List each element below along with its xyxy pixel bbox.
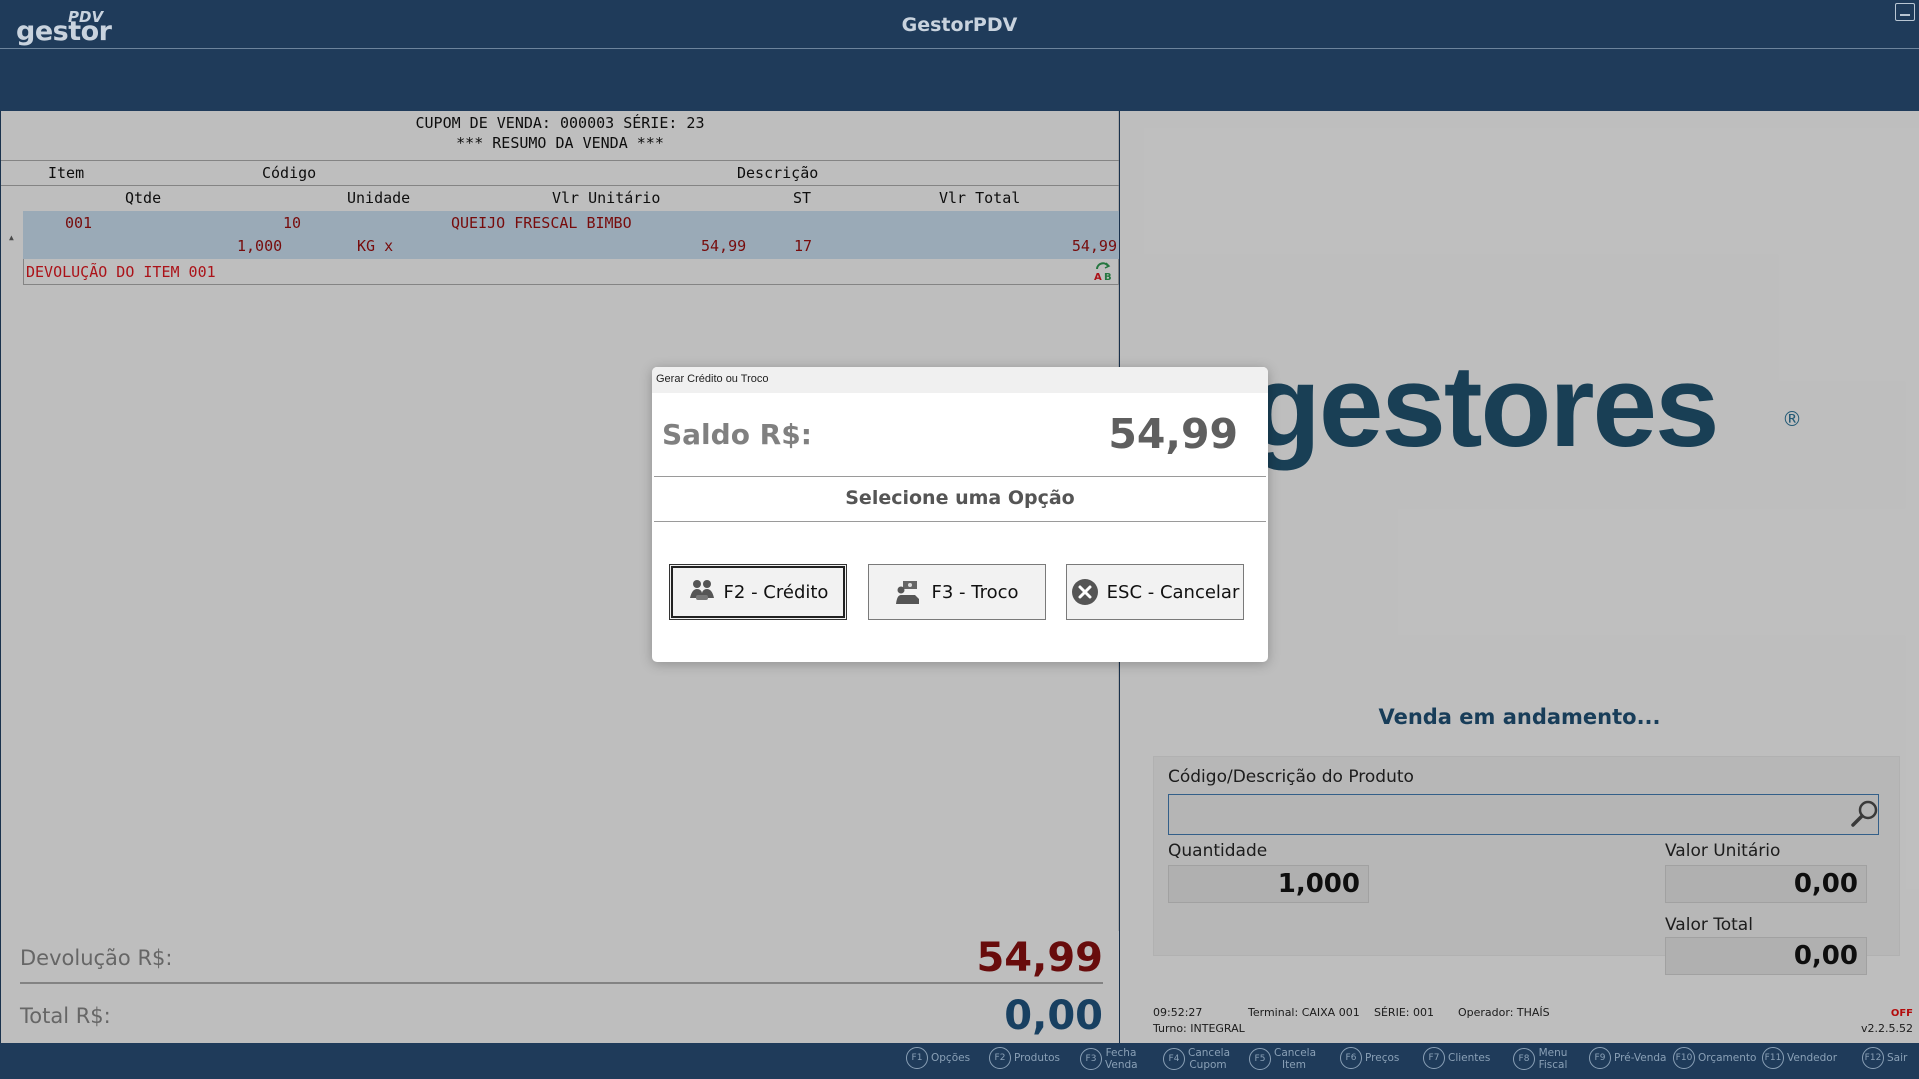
fnkey-f8[interactable]: F8 Menu Fiscal <box>1513 1047 1568 1071</box>
f4-key-icon: F4 <box>1163 1048 1185 1070</box>
fnkey-label: Clientes <box>1448 1052 1491 1064</box>
f7-key-icon: F7 <box>1423 1047 1445 1069</box>
f12-key-icon: F12 <box>1862 1047 1884 1069</box>
f9-key-icon: F9 <box>1589 1047 1611 1069</box>
close-circle-icon <box>1071 579 1098 605</box>
f6-key-icon: F6 <box>1340 1047 1362 1069</box>
saldo-label: Saldo R$: <box>662 418 812 451</box>
money-hand-icon <box>896 581 920 604</box>
f3-key-icon: F3 <box>1080 1048 1102 1070</box>
fnkey-label: Pré-Venda <box>1614 1052 1667 1064</box>
cancelar-button[interactable]: ESC - Cancelar <box>1066 564 1244 620</box>
fnkey-f3[interactable]: F3 Fecha Venda <box>1080 1047 1138 1071</box>
saldo-value: 54,99 <box>1108 410 1238 458</box>
f11-key-icon: F11 <box>1762 1047 1784 1069</box>
fnkey-label: Orçamento <box>1698 1052 1757 1064</box>
handshake-icon <box>689 580 714 600</box>
fnkey-f11[interactable]: F11 Vendedor <box>1762 1047 1837 1069</box>
troco-label: F3 - Troco <box>931 581 1019 603</box>
fnkey-label: Sair <box>1887 1052 1908 1064</box>
fnkey-f5[interactable]: F5 Cancela Item <box>1249 1047 1317 1071</box>
toolbar-strip <box>0 50 1919 110</box>
function-key-bar: F1 Opções F2 Produtos F3 Fecha Venda F4 Canc… <box>0 1043 1919 1079</box>
fnkey-f4[interactable]: F4 Cancela Cupom <box>1163 1047 1231 1071</box>
f1-key-icon: F1 <box>906 1047 928 1069</box>
fnkey-f1[interactable]: F1 Opções <box>906 1047 970 1069</box>
fnkey-f9[interactable]: F9 Pré-Venda <box>1589 1047 1666 1069</box>
credito-label: F2 - Crédito <box>723 581 829 603</box>
option-title: Selecione uma Opção <box>845 487 1075 509</box>
dialog-divider <box>654 521 1266 522</box>
fnkey-label: Opções <box>931 1052 971 1064</box>
fnkey-f10[interactable]: F10 Orçamento <box>1673 1047 1756 1069</box>
title-bar: PDV gestor GestorPDV <box>0 0 1919 49</box>
f10-key-icon: F10 <box>1673 1047 1695 1069</box>
fnkey-label: Produtos <box>1014 1052 1060 1064</box>
credit-change-dialog: Gerar Crédito ou Troco Saldo R$: 54,99 S… <box>652 367 1268 662</box>
fnkey-f6[interactable]: F6 Preços <box>1340 1047 1399 1069</box>
app-title: GestorPDV <box>901 14 1018 36</box>
fnkey-label: Fecha Venda <box>1105 1047 1138 1071</box>
dialog-divider <box>654 476 1266 477</box>
minimize-window-icon[interactable] <box>1895 3 1915 21</box>
f8-key-icon: F8 <box>1513 1048 1535 1070</box>
f2-key-icon: F2 <box>989 1047 1011 1069</box>
fnkey-label: Preços <box>1365 1052 1400 1064</box>
fnkey-f12[interactable]: F12 Sair <box>1862 1047 1907 1069</box>
fnkey-label: Vendedor <box>1787 1052 1838 1064</box>
troco-button[interactable]: F3 - Troco <box>868 564 1046 620</box>
credito-button[interactable]: F2 - Crédito <box>669 564 847 620</box>
cancelar-label: ESC - Cancelar <box>1106 581 1240 603</box>
fnkey-label: Menu Fiscal <box>1538 1047 1568 1071</box>
dialog-caption: Gerar Crédito ou Troco <box>652 367 1268 393</box>
fnkey-f7[interactable]: F7 Clientes <box>1423 1047 1490 1069</box>
fnkey-label: Cancela Cupom <box>1188 1047 1231 1071</box>
fnkey-f2[interactable]: F2 Produtos <box>989 1047 1060 1069</box>
f5-key-icon: F5 <box>1249 1048 1271 1070</box>
fnkey-label: Cancela Item <box>1274 1047 1317 1071</box>
